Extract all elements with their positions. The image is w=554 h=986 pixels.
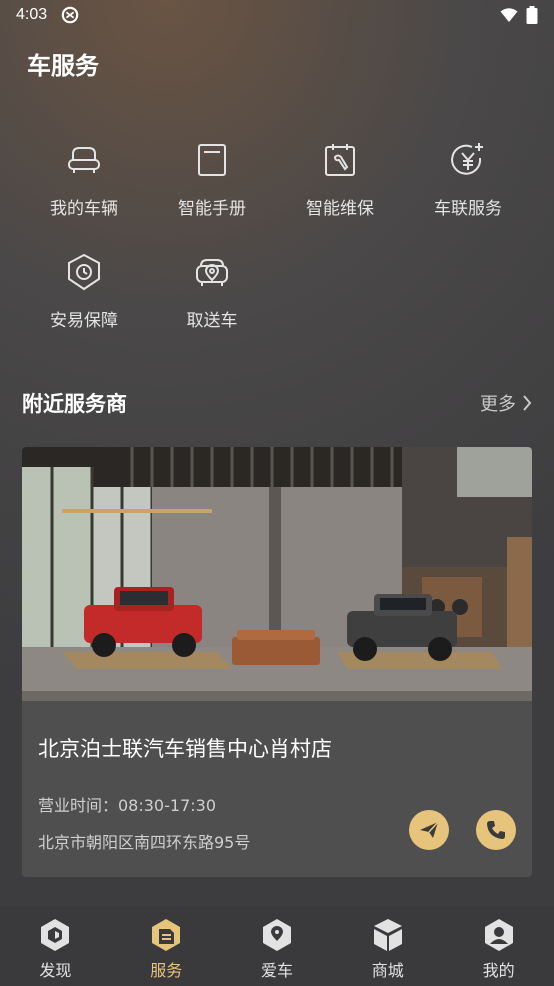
service-label: 我的车辆	[50, 199, 118, 219]
status-time: 4:03	[16, 6, 48, 23]
discover-icon	[41, 919, 70, 951]
more-label: 更多	[480, 394, 516, 415]
call-button[interactable]	[476, 810, 516, 850]
tab-label: 爱车	[260, 961, 293, 980]
wifi-icon	[500, 8, 518, 22]
car-location-icon	[196, 259, 228, 286]
service-smart-maintenance[interactable]: 智能维保	[276, 140, 404, 219]
page-title: 车服务	[27, 52, 99, 80]
chevron-right-icon	[523, 395, 532, 411]
showroom-photo	[22, 447, 532, 701]
maintenance-icon	[325, 144, 355, 176]
service-label: 智能手册	[178, 199, 246, 219]
profile-icon	[484, 919, 513, 951]
nfc-icon	[61, 6, 79, 24]
service-label: 车联服务	[434, 199, 502, 219]
store-hours: 营业时间：08:30-17:30	[38, 796, 216, 815]
tab-label: 我的	[482, 961, 515, 980]
tab-profile[interactable]: 我的	[443, 907, 554, 986]
bottom-tab-bar: 发现 服务 爱车 商城 我的	[0, 907, 554, 986]
service-icon	[152, 919, 181, 951]
dealer-card[interactable]: 北京泊士联汽车销售中心肖村店 营业时间：08:30-17:30 北京市朝阳区南四…	[22, 447, 532, 877]
tab-service[interactable]: 服务	[111, 907, 222, 986]
paper-plane-icon	[420, 821, 439, 838]
tab-label: 商城	[371, 961, 404, 980]
tab-my-car[interactable]: 爱车	[222, 907, 333, 986]
service-pickup-delivery[interactable]: 取送车	[148, 252, 276, 331]
battery-icon	[526, 6, 538, 24]
service-smart-manual[interactable]: 智能手册	[148, 140, 276, 219]
service-protection[interactable]: 安易保障	[20, 252, 148, 331]
tab-mall[interactable]: 商城	[332, 907, 443, 986]
store-name: 北京泊士联汽车销售中心肖村店	[38, 737, 332, 761]
status-bar: 4:03	[0, 0, 554, 30]
store-address: 北京市朝阳区南四环东路95号	[38, 833, 251, 852]
shield-clock-icon	[68, 253, 100, 291]
nearby-section-header: 附近服务商 更多	[22, 388, 532, 418]
my-car-icon	[262, 919, 291, 951]
mall-icon	[373, 919, 402, 951]
tab-label: 发现	[39, 961, 72, 980]
service-my-vehicle[interactable]: 我的车辆	[20, 140, 148, 219]
service-connected[interactable]: 车联服务	[404, 140, 532, 219]
tab-label: 服务	[150, 961, 183, 980]
service-label: 安易保障	[50, 311, 118, 331]
service-label: 智能维保	[306, 199, 374, 219]
tab-discover[interactable]: 发现	[0, 907, 111, 986]
section-title: 附近服务商	[22, 392, 127, 416]
car-seat-icon	[68, 147, 100, 173]
navigate-button[interactable]	[409, 810, 449, 850]
service-label: 取送车	[186, 311, 238, 331]
phone-icon	[487, 821, 505, 839]
manual-icon	[198, 144, 226, 176]
more-link[interactable]: 更多	[480, 390, 532, 416]
yuan-plus-icon	[451, 143, 483, 175]
